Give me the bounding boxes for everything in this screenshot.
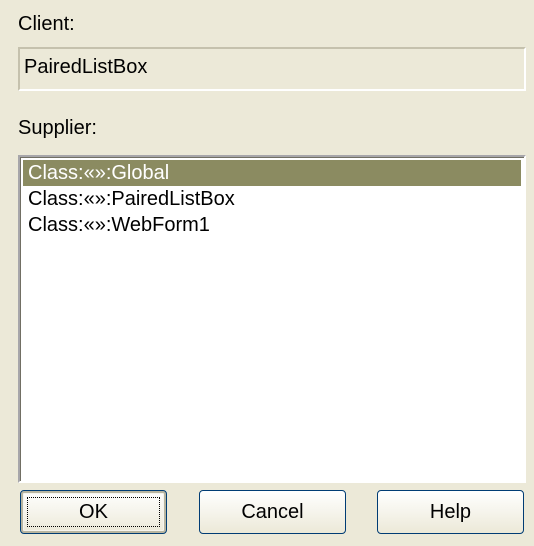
cancel-button[interactable]: Cancel xyxy=(199,490,346,534)
supplier-list-item[interactable]: Class:«»:Global xyxy=(23,160,521,186)
supplier-listbox[interactable]: Class:«»:Global Class:«»:PairedListBox C… xyxy=(18,155,526,483)
supplier-label: Supplier: xyxy=(18,117,97,139)
client-label: Client: xyxy=(18,13,75,35)
client-field: PairedListBox xyxy=(18,47,526,91)
client-value: PairedListBox xyxy=(24,56,148,78)
supplier-list-item[interactable]: Class:«»:WebForm1 xyxy=(23,212,521,238)
cancel-button-label: Cancel xyxy=(241,501,304,523)
help-button[interactable]: Help xyxy=(377,490,524,534)
supplier-list-item[interactable]: Class:«»:PairedListBox xyxy=(23,186,521,212)
help-button-label: Help xyxy=(429,501,472,523)
ok-button-label: OK xyxy=(79,501,108,523)
ok-button[interactable]: OK xyxy=(20,490,167,534)
